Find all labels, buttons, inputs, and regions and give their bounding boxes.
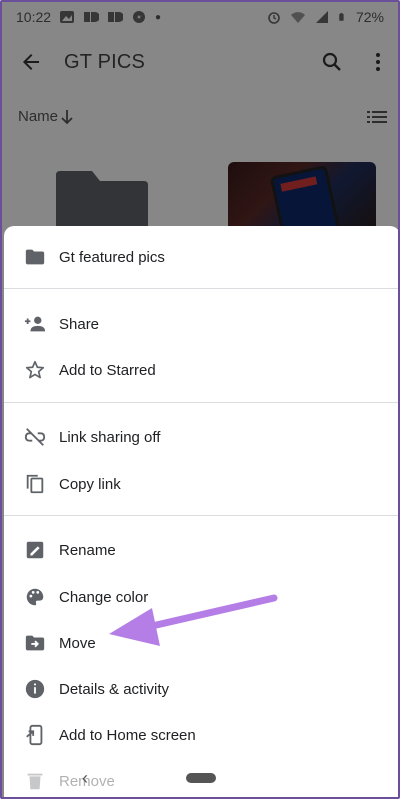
- device-frame: 10:22 ● 72% GT PICS Name Gt featured pic…: [0, 0, 400, 799]
- divider: [4, 288, 398, 289]
- palette-icon: [26, 588, 44, 606]
- divider: [4, 402, 398, 403]
- menu-item-add-to-starred[interactable]: Add to Starred: [4, 347, 398, 393]
- menu-item-label: Add to Home screen: [59, 726, 196, 744]
- menu-item-label: Link sharing off: [59, 428, 161, 446]
- sheet-header: Gt featured pics: [4, 234, 398, 280]
- copy-icon: [26, 474, 44, 494]
- bottom-sheet: Gt featured pics Share Add to Starred Li…: [4, 226, 398, 797]
- folder-icon: [25, 249, 45, 265]
- menu-item-label: Change color: [59, 588, 149, 606]
- rename-icon: [26, 541, 44, 559]
- sheet-title: Gt featured pics: [59, 248, 165, 266]
- move-to-folder-icon: [25, 635, 45, 651]
- menu-item-add-to-home[interactable]: Add to Home screen: [4, 712, 398, 758]
- menu-item-share[interactable]: Share: [4, 301, 398, 347]
- system-nav-bar: ‹: [2, 760, 398, 795]
- menu-item-label: Copy link: [59, 475, 121, 493]
- menu-item-move[interactable]: Move: [4, 620, 398, 666]
- nav-back-icon[interactable]: ‹: [82, 768, 88, 789]
- link-off-icon: [24, 428, 46, 446]
- menu-item-details-activity[interactable]: Details & activity: [4, 666, 398, 712]
- menu-item-link-sharing[interactable]: Link sharing off: [4, 414, 398, 460]
- menu-item-copy-link[interactable]: Copy link: [4, 461, 398, 507]
- menu-item-label: Rename: [59, 541, 116, 559]
- menu-item-label: Move: [59, 634, 96, 652]
- nav-home-pill[interactable]: [186, 773, 216, 783]
- info-icon: [25, 679, 45, 699]
- divider: [4, 515, 398, 516]
- add-to-home-icon: [26, 724, 43, 746]
- menu-item-label: Details & activity: [59, 680, 170, 698]
- menu-item-label: Add to Starred: [59, 361, 156, 379]
- menu-item-rename[interactable]: Rename: [4, 527, 398, 573]
- menu-item-change-color[interactable]: Change color: [4, 574, 398, 620]
- person-add-icon: [24, 316, 46, 332]
- menu-item-label: Share: [59, 315, 100, 333]
- star-icon: [25, 360, 45, 379]
